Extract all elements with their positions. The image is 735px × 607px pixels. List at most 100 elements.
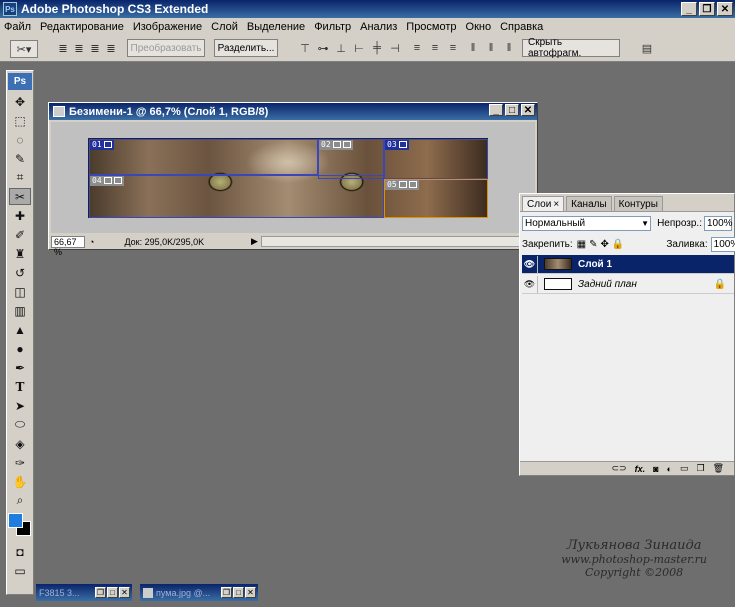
- gradient-tool-icon[interactable]: ▥: [9, 302, 31, 319]
- minimized-document-2[interactable]: пума.jpg @... ❐ □ ✕: [140, 584, 258, 601]
- menu-edit[interactable]: Редактирование: [40, 21, 124, 33]
- bring-forward-icon[interactable]: ≣: [72, 41, 86, 55]
- align-right-icon[interactable]: ⊣: [388, 41, 402, 55]
- brush-tool-icon[interactable]: ✐: [9, 226, 31, 243]
- menu-window[interactable]: Окно: [466, 21, 492, 33]
- distribute-top-icon[interactable]: ≡: [410, 41, 424, 55]
- slice-options-icon[interactable]: ▤: [640, 41, 654, 55]
- quick-select-tool-icon[interactable]: ✎: [9, 150, 31, 167]
- distribute-hcenter-icon[interactable]: ‖: [484, 41, 498, 55]
- new-group-icon[interactable]: ▭: [680, 463, 689, 474]
- menu-image[interactable]: Изображение: [133, 21, 202, 33]
- eyedropper-tool-icon[interactable]: ✑: [9, 454, 31, 471]
- move-tool-icon[interactable]: ✥: [9, 93, 31, 110]
- send-backward-icon[interactable]: ≣: [88, 41, 102, 55]
- status-menu-icon[interactable]: ◔: [89, 237, 94, 247]
- restore-button[interactable]: ❐: [699, 2, 715, 16]
- ellipse-shape-tool-icon[interactable]: ⬭: [9, 416, 31, 433]
- link-layers-icon[interactable]: ⊂⊃: [611, 463, 626, 474]
- blur-tool-icon[interactable]: ▲: [9, 321, 31, 338]
- lock-all-icon[interactable]: 🔒: [612, 239, 624, 250]
- align-bottom-icon[interactable]: ⊥: [334, 41, 348, 55]
- history-brush-tool-icon[interactable]: ↺: [9, 264, 31, 281]
- layer-name[interactable]: Слой 1: [578, 259, 612, 270]
- adjustment-layer-icon[interactable]: ◐: [667, 464, 672, 474]
- status-arrow-icon[interactable]: ▶: [251, 236, 258, 247]
- lock-position-icon[interactable]: ✥: [601, 239, 609, 250]
- screen-mode-icon[interactable]: ▭: [9, 562, 31, 579]
- menu-layer[interactable]: Слой: [211, 21, 238, 33]
- pen-tool-icon[interactable]: ✒: [9, 359, 31, 376]
- divide-button[interactable]: Разделить...: [214, 39, 278, 57]
- healing-brush-tool-icon[interactable]: ✚: [9, 207, 31, 224]
- zoom-tool-icon[interactable]: ⌕: [9, 492, 31, 509]
- opacity-input[interactable]: 100%: [704, 216, 733, 231]
- eye-icon[interactable]: 👁: [522, 255, 538, 273]
- layer-style-button[interactable]: fx.: [635, 464, 646, 474]
- menu-analysis[interactable]: Анализ: [360, 21, 397, 33]
- lasso-tool-icon[interactable]: ◌: [9, 131, 31, 148]
- delete-layer-icon[interactable]: 🗑: [713, 463, 724, 474]
- maximize-icon[interactable]: □: [233, 587, 244, 598]
- tab-channels[interactable]: Каналы: [566, 196, 612, 211]
- maximize-icon[interactable]: □: [107, 587, 118, 598]
- zoom-field[interactable]: 66,67 %: [51, 235, 85, 257]
- puma-eyes-image[interactable]: 01 02 03 04 05: [88, 138, 488, 218]
- lock-pixels-icon[interactable]: ✎: [589, 239, 597, 250]
- bring-to-front-icon[interactable]: ≣: [56, 41, 70, 55]
- distribute-bottom-icon[interactable]: ≡: [446, 41, 460, 55]
- distribute-right-icon[interactable]: ‖: [502, 41, 516, 55]
- align-top-icon[interactable]: ⊤: [298, 41, 312, 55]
- distribute-vcenter-icon[interactable]: ≡: [428, 41, 442, 55]
- distribute-left-icon[interactable]: ‖: [466, 41, 480, 55]
- clone-stamp-tool-icon[interactable]: ♜: [9, 245, 31, 262]
- 3d-tool-icon[interactable]: ◈: [9, 435, 31, 452]
- doc-close-button[interactable]: ✕: [521, 104, 535, 116]
- crop-tool-icon[interactable]: ⌗: [9, 169, 31, 186]
- menu-help[interactable]: Справка: [500, 21, 543, 33]
- path-select-tool-icon[interactable]: ➤: [9, 397, 31, 414]
- align-vcenter-icon[interactable]: ⊶: [316, 41, 330, 55]
- tab-layers[interactable]: Слои ×: [522, 196, 565, 211]
- layer-row[interactable]: 👁 Задний план 🔒: [522, 275, 734, 294]
- slice-select-tool-preset-icon[interactable]: ✂▾: [10, 40, 38, 58]
- minimize-button[interactable]: _: [681, 2, 697, 16]
- layer-mask-icon[interactable]: ◙: [653, 464, 658, 474]
- close-icon[interactable]: ✕: [119, 587, 130, 598]
- doc-minimize-button[interactable]: _: [489, 104, 503, 116]
- convert-button[interactable]: Преобразовать: [127, 39, 205, 57]
- tab-close-icon[interactable]: ×: [553, 199, 559, 210]
- layer-name[interactable]: Задний план: [578, 279, 637, 290]
- new-layer-icon[interactable]: ❐: [696, 463, 704, 474]
- horizontal-scrollbar[interactable]: [261, 236, 533, 247]
- menu-view[interactable]: Просмотр: [406, 21, 456, 33]
- dodge-tool-icon[interactable]: ●: [9, 340, 31, 357]
- document-title-bar[interactable]: Безимени-1 @ 66,7% (Слой 1, RGB/8) _ □ ✕: [49, 103, 537, 120]
- document-canvas[interactable]: 01 02 03 04 05: [51, 122, 535, 233]
- lock-transparency-icon[interactable]: ▦: [577, 239, 586, 250]
- menu-file[interactable]: Файл: [4, 21, 31, 33]
- marquee-tool-icon[interactable]: ⬚: [9, 112, 31, 129]
- quick-mask-icon[interactable]: ◘: [9, 543, 31, 560]
- doc-maximize-button[interactable]: □: [505, 104, 519, 116]
- align-left-icon[interactable]: ⊢: [352, 41, 366, 55]
- blend-mode-select[interactable]: Нормальный ▼: [522, 216, 652, 231]
- slice-04[interactable]: [89, 175, 384, 218]
- restore-icon[interactable]: ❐: [95, 587, 106, 598]
- foreground-color-swatch[interactable]: [8, 513, 23, 528]
- close-icon[interactable]: ✕: [245, 587, 256, 598]
- restore-icon[interactable]: ❐: [221, 587, 232, 598]
- slice-01[interactable]: [89, 139, 318, 175]
- hide-auto-slices-button[interactable]: Скрыть автофрагм.: [522, 37, 620, 59]
- menu-filter[interactable]: Фильтр: [314, 21, 351, 33]
- document-window[interactable]: Безимени-1 @ 66,7% (Слой 1, RGB/8) _ □ ✕…: [48, 102, 538, 257]
- align-hcenter-icon[interactable]: ╪: [370, 41, 384, 55]
- send-to-back-icon[interactable]: ≣: [104, 41, 118, 55]
- eraser-tool-icon[interactable]: ◫: [9, 283, 31, 300]
- menu-select[interactable]: Выделение: [247, 21, 305, 33]
- fill-input[interactable]: 100%: [710, 237, 735, 252]
- type-tool-icon[interactable]: T: [9, 378, 31, 395]
- slice-select-tool-icon[interactable]: ✂: [9, 188, 31, 205]
- eye-icon[interactable]: 👁: [522, 275, 538, 293]
- hand-tool-icon[interactable]: ✋: [9, 473, 31, 490]
